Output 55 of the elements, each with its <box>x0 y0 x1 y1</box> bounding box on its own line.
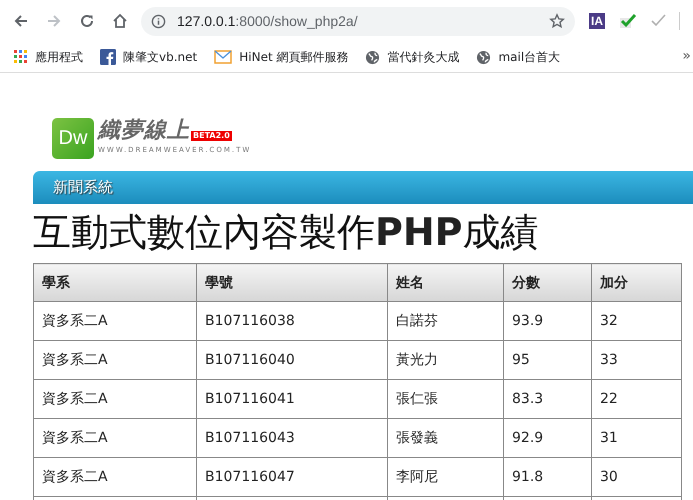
bookmark-item[interactable]: HiNet 網頁郵件服務 <box>214 48 348 66</box>
table-cell: 91.8 <box>504 458 592 496</box>
address-bar[interactable]: 127.0.0.1:8000/show_php2a/ <box>141 6 575 36</box>
reload-icon[interactable] <box>79 13 95 29</box>
table-cell: 張發義 <box>388 418 504 458</box>
nav-title: 新聞系統 <box>53 178 113 197</box>
bookmark-item[interactable]: mail台首大 <box>476 48 560 66</box>
table-cell: B107116043 <box>196 418 388 458</box>
table-cell: 資多系二A <box>34 458 196 496</box>
check-icon[interactable] <box>619 12 637 30</box>
table-cell: 33 <box>592 340 682 380</box>
more-bookmarks-button[interactable]: » <box>682 48 691 64</box>
table-cell: 張仁張 <box>388 380 504 418</box>
table-cell: 資多系二A <box>34 418 196 458</box>
column-header: 姓名 <box>388 264 504 302</box>
column-header: 分數 <box>504 264 592 302</box>
table-cell: B107116047 <box>196 458 388 496</box>
table-cell: 白諾芬 <box>388 302 504 340</box>
logo-badge: Dw <box>52 118 94 159</box>
column-header: 加分 <box>592 264 682 302</box>
table-cell: 22 <box>592 380 682 418</box>
table-cell: 93.9 <box>504 302 592 340</box>
table-cell: B107116041 <box>196 380 388 418</box>
beta-badge: BETA2.0 <box>191 131 232 141</box>
column-header: 學號 <box>196 264 388 302</box>
table-cell: 92.9 <box>504 418 592 458</box>
globe-icon <box>365 50 380 64</box>
back-icon[interactable] <box>13 13 29 29</box>
bookmark-item[interactable]: 陳肇文vb.net <box>100 48 198 66</box>
table-cell: 83.3 <box>504 380 592 418</box>
star-icon[interactable] <box>549 13 565 29</box>
extension-icon[interactable]: IA <box>589 13 605 29</box>
table-cell: 95 <box>504 340 592 380</box>
url-text: 127.0.0.1:8000/show_php2a/ <box>177 13 359 29</box>
facebook-icon <box>100 49 116 65</box>
bookmark-item[interactable]: 應用程式 <box>14 48 83 66</box>
table-cell: 資多系二A <box>34 340 196 380</box>
envelope-icon <box>214 50 232 64</box>
apps-grid-icon <box>14 50 28 64</box>
table-cell: 31 <box>592 418 682 458</box>
table-cell: 資多系二A <box>34 380 196 418</box>
table-cell: B107116040 <box>196 340 388 380</box>
info-icon[interactable] <box>151 14 166 28</box>
bookmark-item[interactable]: 當代針灸大成 <box>365 48 460 66</box>
globe-icon <box>476 50 492 64</box>
table-cell: 李阿尼 <box>388 458 504 496</box>
column-header: 學系 <box>34 264 196 302</box>
table-cell: 32 <box>592 302 682 340</box>
page-heading: 互動式數位內容製作PHP成績 <box>33 209 540 256</box>
table-cell: 資多系二A <box>34 302 196 340</box>
home-icon[interactable] <box>112 13 128 29</box>
logo-title: 織夢線上 <box>98 118 190 144</box>
table-cell: B107116038 <box>196 302 388 340</box>
table-cell: 30 <box>592 458 682 496</box>
table-cell: 黃光力 <box>388 340 504 380</box>
